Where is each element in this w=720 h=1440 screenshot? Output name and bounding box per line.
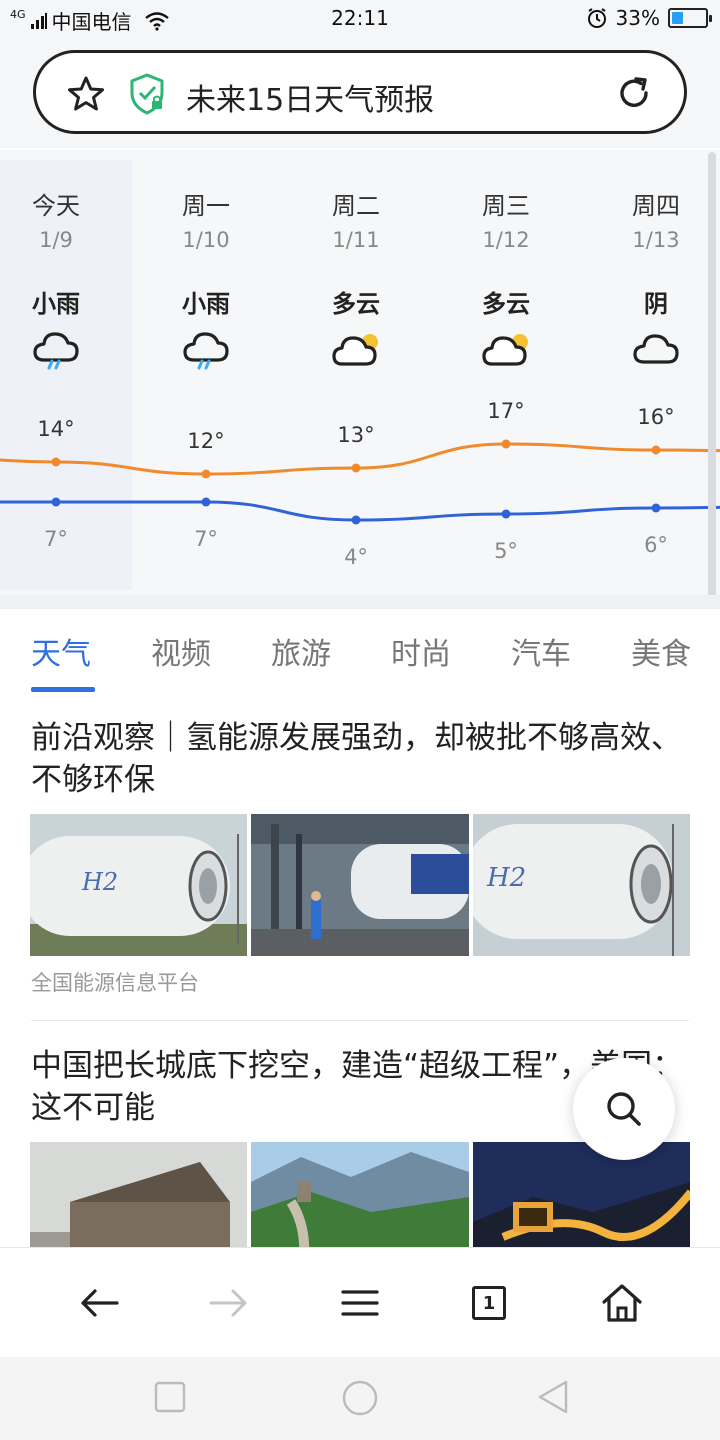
high-temp-label: 14° bbox=[37, 417, 74, 441]
tab-auto[interactable]: 汽车 bbox=[511, 629, 571, 673]
shield-lock-icon bbox=[130, 73, 164, 115]
article-source: 全国能源信息平台 bbox=[31, 971, 199, 995]
browser-toolbar: 1 bbox=[0, 1247, 720, 1357]
low-temp-line-point bbox=[51, 497, 61, 507]
tab-video[interactable]: 视频 bbox=[151, 629, 211, 673]
tab-fashion[interactable]: 时尚 bbox=[391, 629, 451, 673]
home-button[interactable] bbox=[597, 1278, 647, 1328]
tab-count: 1 bbox=[472, 1286, 506, 1320]
article-image[interactable]: H2 bbox=[30, 814, 248, 956]
high-temp-line-point bbox=[351, 463, 361, 473]
system-navigation-bar bbox=[0, 1357, 720, 1440]
low-temp-line-point bbox=[501, 509, 511, 519]
arrow-right-icon bbox=[209, 1289, 247, 1317]
weather-forecast[interactable]: 今天 1/9 小雨 周一 1/10 小雨 周二 1/11 多云 周三 1/12 多云 周四 1/13 阴 1… bbox=[0, 150, 720, 1152]
low-temp-line-point bbox=[201, 497, 211, 507]
recents-icon[interactable] bbox=[154, 1381, 186, 1413]
article-image[interactable] bbox=[251, 814, 469, 956]
article-image[interactable] bbox=[472, 1142, 690, 1247]
hamburger-menu-icon bbox=[341, 1290, 379, 1316]
back-button[interactable] bbox=[74, 1278, 124, 1328]
home-icon bbox=[602, 1284, 642, 1322]
high-temp-label: 17° bbox=[487, 399, 524, 423]
high-temp-line-point bbox=[501, 439, 511, 449]
home-circle-icon[interactable] bbox=[341, 1379, 379, 1417]
low-temp-label: 6° bbox=[644, 533, 668, 557]
tabs-button[interactable]: 1 bbox=[464, 1278, 514, 1328]
tab-travel[interactable]: 旅游 bbox=[271, 629, 331, 673]
address-bar-container: 未来15日天气预报 bbox=[0, 38, 720, 148]
floating-search-button[interactable] bbox=[573, 1058, 675, 1160]
high-temp-line-point bbox=[651, 445, 661, 455]
low-temp-label: 4° bbox=[344, 545, 368, 569]
address-bar[interactable]: 未来15日天气预报 bbox=[33, 50, 687, 134]
status-bar: 4G 中国电信 22:11 33% bbox=[0, 0, 720, 38]
high-temp-label: 16° bbox=[637, 405, 674, 429]
status-right: 33% bbox=[586, 6, 712, 30]
article-separator bbox=[31, 1020, 689, 1021]
low-temp-line-point bbox=[651, 503, 661, 513]
low-temp-label: 7° bbox=[44, 527, 68, 551]
high-temp-line-point bbox=[51, 457, 61, 467]
low-temp-line-point bbox=[351, 515, 361, 525]
svg-text:H2: H2 bbox=[486, 863, 526, 893]
refresh-icon[interactable] bbox=[614, 73, 654, 113]
battery-percent: 33% bbox=[615, 6, 660, 30]
low-temp-label: 5° bbox=[494, 539, 518, 563]
channel-tabs: 天气 视频 旅游 时尚 汽车 美食 bbox=[0, 609, 720, 695]
tab-food[interactable]: 美食 bbox=[631, 629, 691, 673]
active-tab-indicator bbox=[31, 687, 95, 692]
battery-icon bbox=[668, 8, 712, 28]
search-icon bbox=[607, 1092, 641, 1126]
low-temp-line bbox=[0, 500, 720, 522]
svg-text:H2: H2 bbox=[81, 868, 118, 896]
menu-button[interactable] bbox=[335, 1278, 385, 1328]
alarm-icon bbox=[587, 8, 606, 28]
article-image[interactable] bbox=[30, 1142, 248, 1247]
back-triangle-icon[interactable] bbox=[536, 1379, 570, 1415]
page-title: 未来15日天气预报 bbox=[186, 83, 435, 118]
low-temp-label: 7° bbox=[194, 527, 218, 551]
forward-button[interactable] bbox=[204, 1278, 254, 1328]
temperature-chart: 14° 12° 13° 17° 16° 7° 7° 4° 5° 6° bbox=[0, 399, 720, 569]
high-temp-line-point bbox=[201, 469, 211, 479]
article-images[interactable] bbox=[30, 1142, 690, 1247]
high-temp-label: 13° bbox=[337, 423, 374, 447]
tab-weather[interactable]: 天气 bbox=[31, 629, 91, 673]
news-feed[interactable]: 前沿观察｜氢能源发展强劲，却被批不够高效、不够环保 H2 H2 全国能源信息平台… bbox=[0, 695, 720, 1247]
article-title[interactable]: 前沿观察｜氢能源发展强劲，却被批不够高效、不够环保 bbox=[31, 717, 691, 801]
section-divider bbox=[0, 595, 720, 609]
article-image[interactable]: H2 bbox=[472, 814, 690, 956]
high-temp-label: 12° bbox=[187, 429, 224, 453]
article-image[interactable] bbox=[251, 1142, 469, 1247]
article-images[interactable]: H2 H2 bbox=[30, 814, 690, 956]
battery-level bbox=[672, 12, 683, 24]
star-icon[interactable] bbox=[66, 75, 106, 113]
arrow-left-icon bbox=[81, 1289, 119, 1317]
